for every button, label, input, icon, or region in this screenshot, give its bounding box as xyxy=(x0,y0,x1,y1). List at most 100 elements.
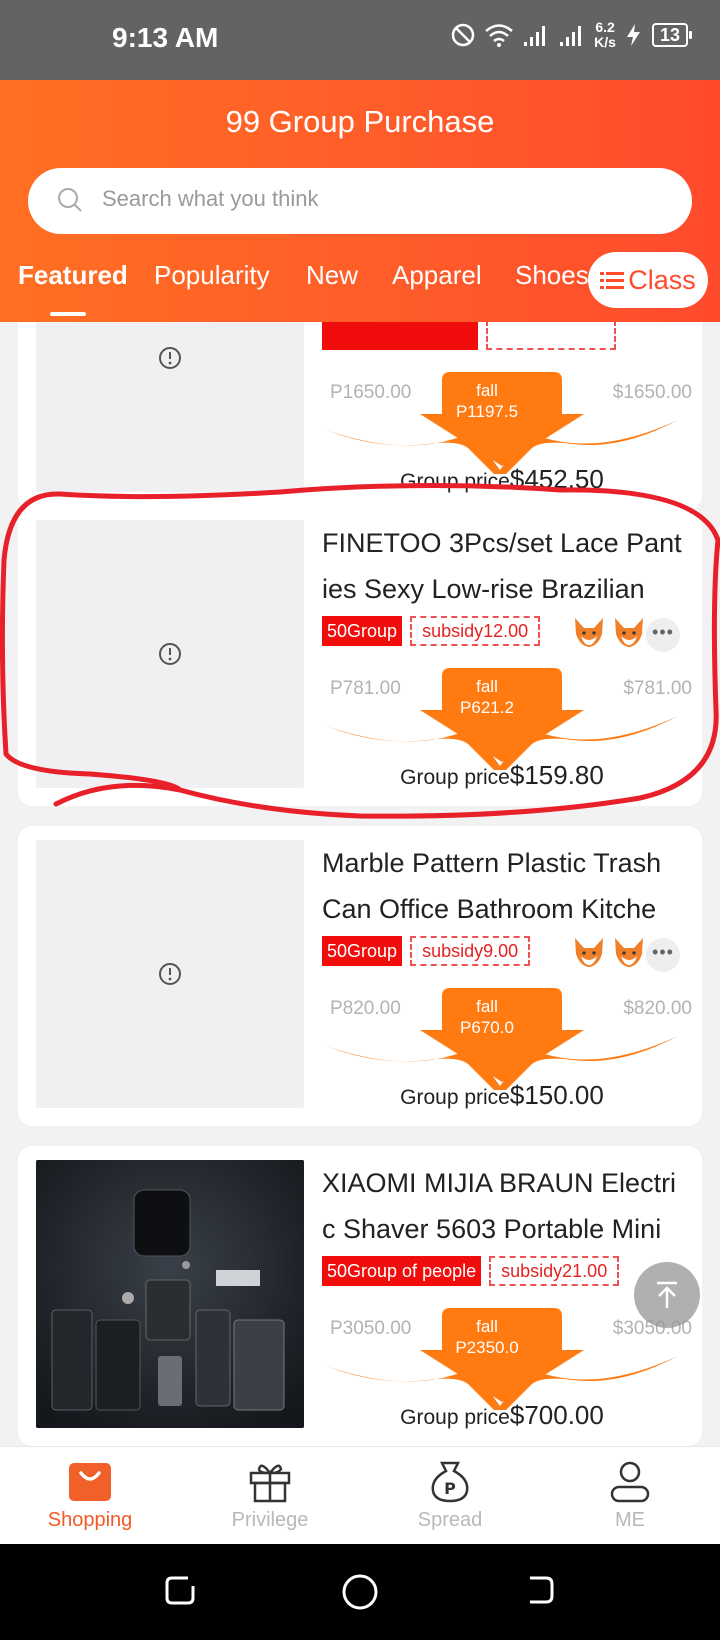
group-price-value: $452.50 xyxy=(509,464,604,494)
fall-amount: fall P670.0 xyxy=(432,996,542,1038)
do-not-disturb-icon xyxy=(451,23,475,47)
product-title[interactable]: Marble Pattern Plastic Trash Can Office … xyxy=(322,840,682,932)
network-speed-value: 6.2 xyxy=(595,19,615,35)
person-icon xyxy=(610,1461,650,1503)
product-title[interactable]: XIAOMI MIJIA BRAUN Electric Shaver 5603 … xyxy=(322,1160,682,1252)
tab-shoes[interactable]: Shoes xyxy=(515,260,589,291)
charging-icon xyxy=(626,24,640,46)
class-button[interactable]: Class xyxy=(588,252,708,308)
fall-label: fall xyxy=(476,997,498,1016)
fall-amount: fall P2350.0 xyxy=(432,1316,542,1358)
wifi-icon xyxy=(485,24,513,47)
product-image xyxy=(36,1160,304,1428)
group-tag: 50Group xyxy=(322,936,403,966)
class-label: Class xyxy=(628,264,696,295)
subsidy-tag xyxy=(486,322,616,350)
product-card[interactable]: P1650.00 $1650.00 fall P1197.5 Group pri… xyxy=(18,322,702,510)
image-error-icon xyxy=(159,643,181,665)
product-list[interactable]: P1650.00 $1650.00 fall P1197.5 Group pri… xyxy=(0,322,720,1446)
fall-amount: fall P1197.5 xyxy=(432,380,542,422)
network-speed: 6.2 K/s xyxy=(594,20,616,50)
tab-new[interactable]: New xyxy=(306,260,358,291)
group-price-value: $700.00 xyxy=(509,1400,604,1430)
group-price-label: Group price xyxy=(400,1086,510,1109)
nav-me-label: ME xyxy=(615,1509,645,1531)
fall-value: P621.2 xyxy=(460,698,514,717)
shaver-parts-image xyxy=(36,1160,304,1428)
fall-label: fall xyxy=(476,677,498,696)
fox-avatar-icon xyxy=(615,618,643,647)
product-tags: 50Group of people subsidy21.00 xyxy=(322,1256,620,1286)
participant-avatars xyxy=(570,934,648,970)
arrow-up-icon xyxy=(657,1281,677,1308)
group-price: Group price$150.00 xyxy=(322,1080,682,1111)
fall-value: P1197.5 xyxy=(455,402,519,421)
product-image-placeholder xyxy=(36,840,304,1108)
recent-apps-icon[interactable] xyxy=(162,1572,198,1608)
nav-shopping-label: Shopping xyxy=(47,1509,133,1531)
signal-icon-2 xyxy=(560,26,582,46)
group-price-value: $150.00 xyxy=(509,1080,604,1110)
fox-avatar-icon xyxy=(575,618,603,647)
list-icon xyxy=(600,272,625,289)
signal-icon-1 xyxy=(524,26,546,46)
group-tag xyxy=(322,322,478,350)
product-card[interactable]: FINETOO 3Pcs/set Lace Panties Sexy Low-r… xyxy=(18,506,702,806)
group-price: Group price$452.50 xyxy=(322,464,682,495)
fall-value: P670.0 xyxy=(460,1018,514,1037)
product-tags: 50Group subsidy9.00 xyxy=(322,936,531,966)
fall-label: fall xyxy=(476,381,498,400)
tab-apparel[interactable]: Apparel xyxy=(392,260,482,291)
system-nav-bar xyxy=(0,1544,720,1640)
active-tab-indicator xyxy=(50,312,86,316)
status-time: 9:13 AM xyxy=(112,22,219,53)
search-placeholder: Search what you think xyxy=(102,186,319,211)
group-price-label: Group price xyxy=(400,470,510,493)
nav-spread-label: Spread xyxy=(417,1509,483,1531)
product-tags xyxy=(322,322,616,350)
subsidy-tag: subsidy12.00 xyxy=(410,616,541,646)
group-price-value: $159.80 xyxy=(509,760,604,790)
product-card[interactable]: Marble Pattern Plastic Trash Can Office … xyxy=(18,826,702,1126)
product-tags: 50Group subsidy12.00 xyxy=(322,616,541,646)
group-price: Group price$700.00 xyxy=(322,1400,682,1431)
svg-text:P: P xyxy=(444,1479,456,1498)
bottom-nav: Shopping Privilege P Spread ME xyxy=(0,1446,720,1544)
search-input[interactable]: Search what you think xyxy=(28,168,692,234)
participant-avatars xyxy=(570,614,648,650)
group-price-label: Group price xyxy=(400,766,510,789)
tab-featured[interactable]: Featured xyxy=(18,260,128,291)
search-icon xyxy=(58,188,82,212)
group-price: Group price$159.80 xyxy=(322,760,682,791)
more-icon[interactable]: ••• xyxy=(646,618,680,652)
scroll-to-top-button[interactable] xyxy=(634,1262,700,1328)
fall-value: P2350.0 xyxy=(455,1338,519,1357)
nav-me[interactable]: ME xyxy=(555,1459,705,1532)
nav-shopping[interactable]: Shopping xyxy=(15,1459,165,1532)
tab-popularity[interactable]: Popularity xyxy=(154,260,270,291)
fall-label: fall xyxy=(476,1317,498,1336)
shopping-bag-icon xyxy=(69,1463,111,1501)
product-title[interactable]: FINETOO 3Pcs/set Lace Panties Sexy Low-r… xyxy=(322,520,682,612)
status-bar: 9:13 AM 6.2 K/s 13 xyxy=(0,0,720,80)
money-bag-icon: P xyxy=(431,1461,469,1503)
more-icon[interactable]: ••• xyxy=(646,938,680,972)
image-error-icon xyxy=(159,963,181,985)
image-error-icon xyxy=(159,347,181,369)
product-card[interactable]: XIAOMI MIJIA BRAUN Electric Shaver 5603 … xyxy=(18,1146,702,1446)
fox-avatar-icon xyxy=(615,938,643,967)
nav-spread[interactable]: P Spread xyxy=(375,1459,525,1532)
fall-amount: fall P621.2 xyxy=(432,676,542,718)
battery-indicator: 13 xyxy=(651,23,693,47)
subsidy-tag: subsidy9.00 xyxy=(410,936,531,966)
subsidy-tag: subsidy21.00 xyxy=(489,1256,620,1286)
fox-avatar-icon xyxy=(575,938,603,967)
back-icon[interactable] xyxy=(522,1572,558,1608)
gift-icon xyxy=(249,1464,291,1503)
nav-privilege-label: Privilege xyxy=(231,1509,309,1531)
header: 99 Group Purchase Search what you think … xyxy=(0,80,720,322)
group-tag: 50Group xyxy=(322,616,403,646)
nav-privilege[interactable]: Privilege xyxy=(195,1459,345,1532)
home-icon[interactable] xyxy=(340,1572,380,1612)
page-title: 99 Group Purchase xyxy=(225,104,495,139)
